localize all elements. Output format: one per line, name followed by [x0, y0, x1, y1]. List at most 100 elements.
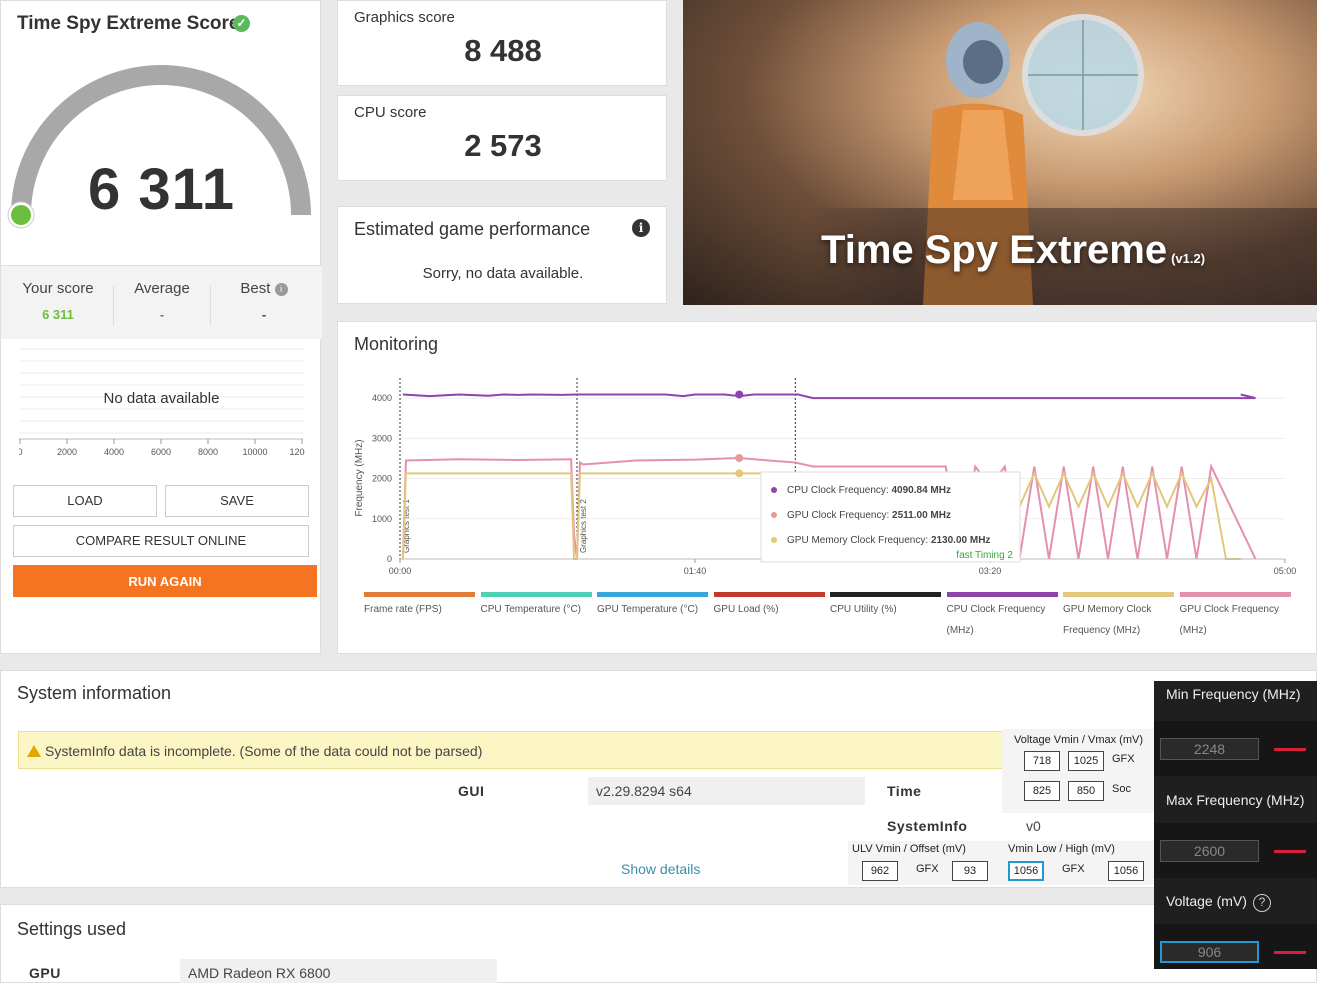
best-value: - — [261, 307, 267, 322]
max-frequency-input[interactable]: 2600 — [1160, 840, 1259, 862]
show-details-link[interactable]: Show details — [621, 861, 700, 877]
score-summary: Your score 6 311 Average - Best i - — [1, 265, 322, 339]
tooltip-footer: fast Timing 2 — [956, 550, 1013, 561]
gpu-label: GPU — [29, 965, 61, 981]
voltage-panel: Voltage Vmin / Vmax (mV) 718 1025 GFX 82… — [1002, 729, 1154, 813]
settings-title: Settings used — [17, 919, 127, 939]
your-score-col: Your score 6 311 — [13, 280, 103, 322]
legend-swatch — [1179, 592, 1291, 597]
run-again-button[interactable]: RUN AGAIN — [13, 565, 317, 597]
monitoring-title: Monitoring — [354, 334, 439, 354]
voltage-label: Voltage (mV) — [1166, 893, 1247, 909]
legend-item[interactable]: CPU Temperature (°C) — [480, 592, 592, 620]
x-tick-label: 00:00 — [389, 566, 412, 576]
soc-vmin-input[interactable]: 825 — [1024, 781, 1060, 801]
score-value: 6 311 — [88, 157, 235, 222]
average-col: Average - — [119, 280, 205, 322]
legend-swatch — [597, 592, 708, 597]
ulv-offset-input[interactable]: 93 — [952, 861, 988, 881]
y-tick-label: 3000 — [372, 433, 392, 443]
tooltip-dot — [771, 537, 777, 543]
legend-item[interactable]: Frame rate (FPS) — [364, 592, 475, 620]
tooltip-row: CPU Clock Frequency: 4090.84 MHz — [787, 485, 951, 496]
graphics-score-label: Graphics score — [354, 9, 455, 26]
legend-label: Frame rate (FPS) — [364, 604, 442, 615]
frequency-panel: Min Frequency (MHz) 2248 Max Frequency (… — [1154, 681, 1317, 969]
vmin-gfx-label: GFX — [1062, 863, 1085, 875]
dist-tick-label: 2000 — [57, 447, 77, 457]
banner-version: (v1.2) — [1171, 251, 1206, 266]
info-icon[interactable]: i — [632, 219, 650, 237]
system-info-title: System information — [17, 683, 172, 703]
dist-tick-label: 0 — [19, 447, 23, 457]
legend-item[interactable]: CPU Clock Frequency (MHz) — [946, 592, 1058, 641]
legend-label: GPU Clock Frequency (MHz) — [1179, 604, 1279, 636]
gfx-vmin-input[interactable]: 718 — [1024, 751, 1060, 771]
check-icon: ✓ — [233, 15, 250, 32]
your-score-value: 6 311 — [42, 307, 74, 322]
y-tick-label: 4000 — [372, 393, 392, 403]
legend-label: GPU Load (%) — [713, 604, 779, 615]
legend-swatch — [713, 592, 825, 597]
estimated-performance-box: Estimated game performance i Sorry, no d… — [337, 206, 667, 304]
gui-label: GUI — [458, 783, 485, 799]
load-button[interactable]: LOAD — [13, 485, 157, 517]
test-marker-label: Graphics test 2 — [579, 499, 588, 553]
graphics-score-box: Graphics score 8 488 — [337, 0, 667, 86]
compare-online-button[interactable]: COMPARE RESULT ONLINE — [13, 525, 309, 557]
settings-card: Settings used GPU AMD Radeon RX 6800 — [0, 904, 1317, 983]
cpu-score-value: 2 573 — [464, 128, 542, 163]
y-tick-label: 2000 — [372, 474, 392, 484]
voltage-label-row: Voltage (mV)? — [1166, 893, 1271, 912]
vmin-high-input[interactable]: 1056 — [1108, 861, 1144, 881]
soc-label: Soc — [1112, 783, 1131, 795]
y-tick-label: 1000 — [372, 514, 392, 524]
legend-item[interactable]: GPU Clock Frequency (MHz) — [1179, 592, 1291, 641]
voltage-slider[interactable] — [1274, 951, 1306, 954]
best-col: Best i - — [216, 280, 312, 322]
dist-tick-label: 6000 — [151, 447, 171, 457]
no-data-label: No data available — [103, 390, 220, 407]
min-frequency-input[interactable]: 2248 — [1160, 738, 1259, 760]
tooltip-dot — [771, 487, 777, 493]
dist-tick-label: 4000 — [104, 447, 124, 457]
cpu-score-box: CPU score 2 573 — [337, 95, 667, 181]
systeminfo-warning: SystemInfo data is incomplete. (Some of … — [18, 731, 1003, 769]
cpu-score-label: CPU score — [354, 104, 427, 121]
legend-label: CPU Clock Frequency (MHz) — [946, 604, 1046, 636]
gfx-label: GFX — [1112, 753, 1135, 765]
monitoring-chart: 01000200030004000 Graphics test 1 Graphic… — [354, 378, 1296, 576]
hover-point — [735, 469, 744, 478]
hover-point — [735, 454, 744, 463]
monitoring-card: Monitoring 0 1000 2000 3000 4000 Graphics te… — [337, 321, 1317, 654]
legend-label: GPU Memory Clock Frequency (MHz) — [1063, 604, 1152, 636]
legend-item[interactable]: GPU Temperature (°C) — [597, 592, 708, 620]
legend-label: CPU Temperature (°C) — [480, 604, 582, 615]
save-button[interactable]: SAVE — [165, 485, 309, 517]
y-tick-label: 0 — [387, 554, 392, 564]
legend-swatch — [480, 592, 592, 597]
dist-tick-label: 10000 — [242, 447, 267, 457]
vmin-low-input[interactable]: 1056 — [1008, 861, 1044, 881]
legend-item[interactable]: CPU Utility (%) — [830, 592, 941, 620]
vmin-title: Vmin Low / High (mV) — [1008, 843, 1115, 855]
average-label: Average — [134, 280, 190, 297]
soc-vmax-input[interactable]: 850 — [1068, 781, 1104, 801]
legend-item[interactable]: GPU Memory Clock Frequency (MHz) — [1063, 592, 1174, 641]
best-info-icon[interactable]: i — [274, 283, 288, 296]
max-frequency-slider[interactable] — [1274, 850, 1306, 853]
help-icon[interactable]: ? — [1252, 894, 1271, 912]
legend-item[interactable]: GPU Load (%) — [713, 592, 825, 620]
estimated-performance-message: Sorry, no data available. — [422, 265, 584, 282]
warning-icon — [27, 745, 41, 757]
gpu-value: AMD Radeon RX 6800 — [180, 959, 497, 983]
systeminfo-label: SystemInfo — [887, 818, 968, 834]
ulv-panel: ULV Vmin / Offset (mV) Vmin Low / High (… — [848, 841, 1154, 885]
banner-title: Time Spy Extreme (v1.2) — [821, 228, 1206, 272]
dist-tick-label: 8000 — [198, 447, 218, 457]
max-frequency-label: Max Frequency (MHz) — [1166, 792, 1305, 808]
min-frequency-slider[interactable] — [1274, 748, 1306, 751]
ulv-vmin-input[interactable]: 962 — [862, 861, 898, 881]
gfx-vmax-input[interactable]: 1025 — [1068, 751, 1104, 771]
voltage-input[interactable]: 906 — [1160, 941, 1259, 963]
